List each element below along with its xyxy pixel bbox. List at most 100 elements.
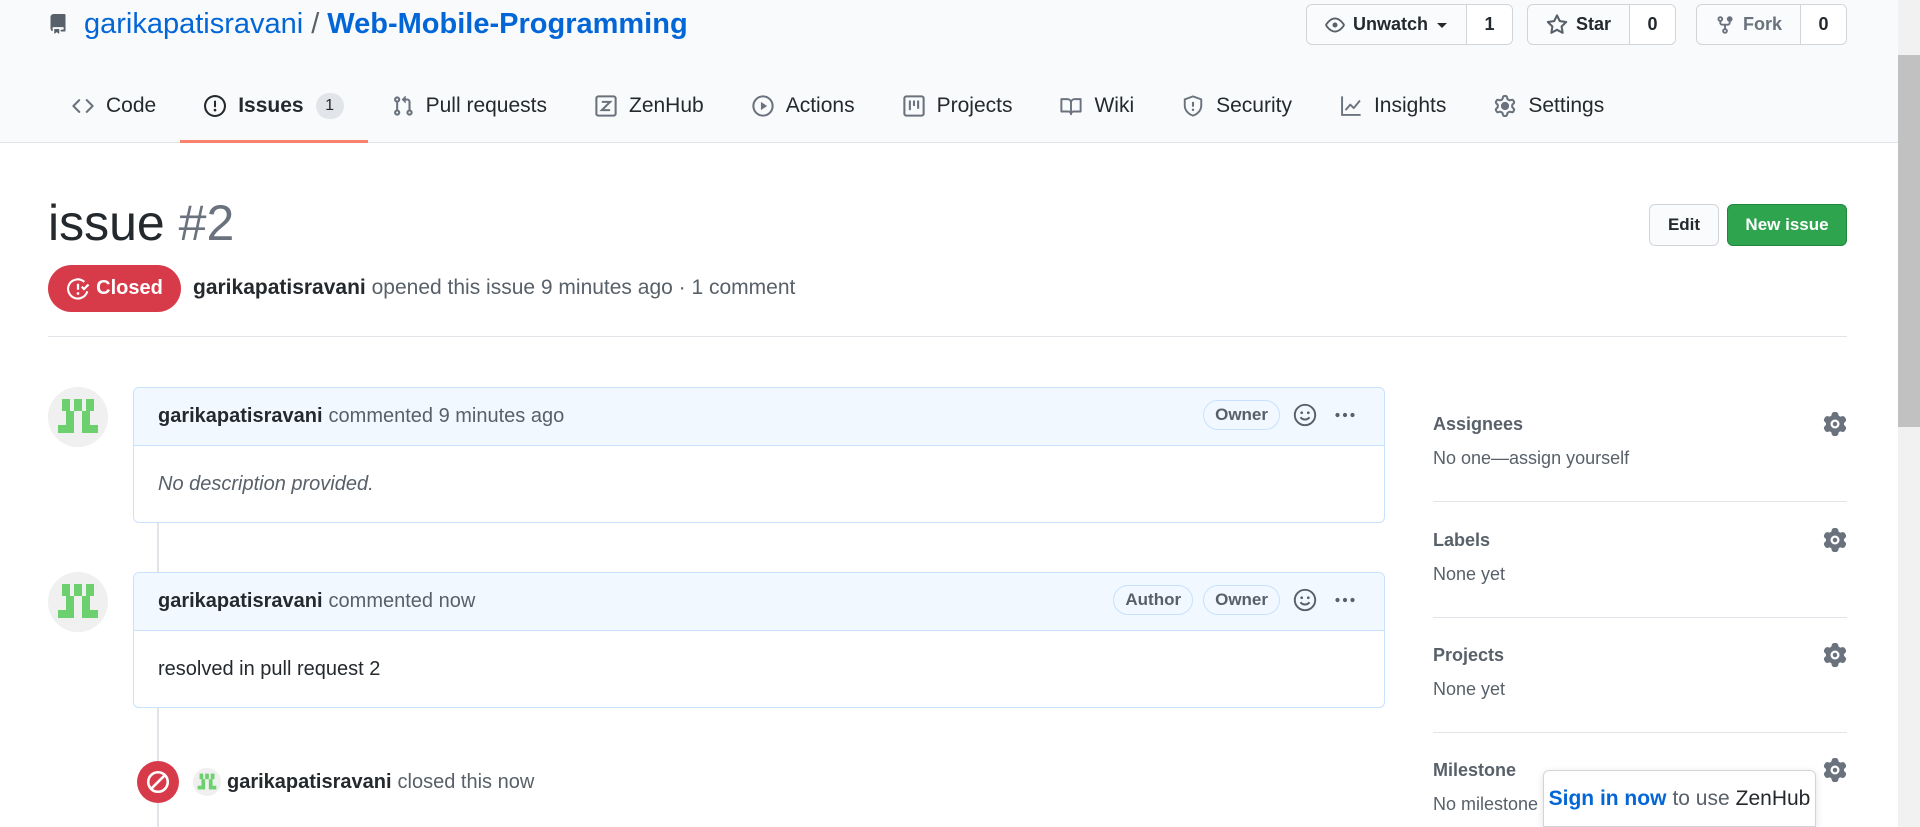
labels-heading: Labels [1433, 529, 1491, 550]
tab-issues-label: Issues [238, 94, 304, 117]
issue-meta: garikapatisravani opened this issue 9 mi… [193, 276, 795, 300]
comment-time[interactable]: commented now [329, 590, 476, 613]
watch-group: Unwatch 1 [1306, 4, 1514, 45]
caret-down-icon [1437, 22, 1448, 28]
comment-header: garikapatisravani commented 9 minutes ag… [134, 388, 1384, 446]
tab-security[interactable]: Security [1158, 86, 1316, 143]
star-group: Star 0 [1527, 4, 1677, 45]
issue-state-badge: Closed [48, 265, 181, 312]
forks-count[interactable]: 0 [1800, 5, 1847, 44]
header-divider [48, 336, 1847, 337]
unwatch-label: Unwatch [1353, 14, 1429, 34]
issue-number: #2 [178, 195, 235, 251]
star-label: Star [1576, 14, 1612, 34]
tab-zenhub[interactable]: ZenHub [571, 86, 728, 143]
fork-group: Fork 0 [1696, 4, 1848, 45]
tab-code-label: Code [106, 94, 157, 117]
sidebar-divider [1433, 617, 1847, 618]
tab-issues[interactable]: Issues 1 [180, 86, 368, 143]
issue-title: issue #2 [48, 194, 234, 252]
sidebar-divider [1433, 501, 1847, 502]
star-icon [1546, 13, 1568, 34]
edit-button[interactable]: Edit [1649, 204, 1719, 246]
zenhub-brand: ZenHub [1735, 786, 1811, 810]
fork-icon [1717, 15, 1733, 34]
issue-closed-icon [67, 277, 90, 300]
fork-button[interactable]: Fork [1697, 5, 1800, 44]
projects-heading: Projects [1433, 644, 1505, 665]
pull-request-icon [393, 95, 413, 116]
avatar[interactable] [193, 768, 221, 796]
labels-value: None yet [1433, 564, 1506, 584]
graph-icon [1341, 96, 1361, 116]
tab-zenhub-label: ZenHub [629, 94, 704, 117]
author-label: Author [1113, 585, 1194, 615]
circle-slash-icon [137, 761, 179, 803]
gear-icon[interactable] [1823, 643, 1847, 667]
assignees-heading: Assignees [1433, 413, 1524, 434]
kebab-horizontal-icon[interactable] [1330, 400, 1360, 430]
fork-label: Fork [1743, 14, 1783, 34]
tab-projects-label: Projects [936, 94, 1013, 117]
gear-icon[interactable] [1823, 412, 1847, 436]
gear-icon[interactable] [1823, 528, 1847, 552]
sidebar-projects: Projects None yet [1433, 641, 1847, 700]
smiley-icon[interactable] [1290, 585, 1320, 615]
closed-event: garikapatisravani closed this now [137, 761, 534, 803]
comment-author-link[interactable]: garikapatisravani [158, 405, 323, 428]
unwatch-button[interactable]: Unwatch [1307, 5, 1466, 44]
comment: garikapatisravani commented now Author O… [133, 572, 1385, 708]
tab-settings[interactable]: Settings [1470, 86, 1628, 143]
owner-label: Owner [1203, 400, 1280, 430]
assignees-value[interactable]: No one—assign yourself [1433, 448, 1847, 469]
tab-code[interactable]: Code [48, 86, 180, 143]
repo-separator: / [311, 7, 320, 40]
zenhub-signin-link[interactable]: Sign in now [1549, 787, 1667, 811]
repo-tabs: Code Issues 1 Pull requests ZenHub Actio… [48, 86, 1628, 143]
repo-owner-link[interactable]: garikapatisravani [84, 8, 303, 41]
star-button[interactable]: Star [1528, 5, 1629, 44]
comment-time[interactable]: commented 9 minutes ago [329, 405, 565, 428]
smiley-icon[interactable] [1290, 400, 1320, 430]
avatar[interactable] [48, 572, 108, 632]
zenhub-popup-text: to use [1672, 786, 1730, 810]
stars-count[interactable]: 0 [1629, 5, 1676, 44]
comment-body: resolved in pull request 2 [158, 657, 381, 680]
code-icon [72, 99, 94, 113]
repo-header: garikapatisravani / Web-Mobile-Programmi… [0, 0, 1898, 143]
scrollbar-thumb[interactable] [1898, 55, 1920, 427]
projects-value: None yet [1433, 679, 1506, 699]
watchers-count[interactable]: 1 [1466, 5, 1513, 44]
issue-author-link[interactable]: garikapatisravani [193, 276, 366, 299]
tab-settings-label: Settings [1528, 94, 1605, 117]
tab-wiki[interactable]: Wiki [1036, 86, 1158, 143]
sidebar-labels: Labels None yet [1433, 526, 1847, 585]
tab-insights[interactable]: Insights [1316, 86, 1470, 143]
avatar[interactable] [48, 387, 108, 447]
eye-icon [1325, 17, 1345, 32]
repo-name-link[interactable]: Web-Mobile-Programming [327, 8, 687, 41]
tab-projects[interactable]: Projects [879, 86, 1037, 143]
repo-title: garikapatisravani / Web-Mobile-Programmi… [48, 6, 688, 42]
closed-event-actor-link[interactable]: garikapatisravani [227, 771, 392, 794]
owner-label: Owner [1203, 585, 1280, 615]
gear-icon [1495, 95, 1516, 117]
tab-pull-requests[interactable]: Pull requests [368, 86, 571, 143]
tab-wiki-label: Wiki [1094, 94, 1135, 117]
kebab-horizontal-icon[interactable] [1330, 585, 1360, 615]
zenhub-signin-popup: Sign in now to use ZenHub [1543, 770, 1816, 827]
new-issue-button[interactable]: New issue [1727, 204, 1847, 246]
comment-header: garikapatisravani commented now Author O… [134, 573, 1384, 631]
comment-body: No description provided. [158, 472, 374, 495]
zenhub-icon [595, 95, 617, 117]
tab-actions[interactable]: Actions [728, 86, 879, 143]
project-icon [902, 95, 925, 117]
milestone-heading: Milestone [1433, 759, 1517, 780]
comment-author-link[interactable]: garikapatisravani [158, 590, 323, 613]
gear-icon[interactable] [1823, 758, 1847, 782]
sidebar-assignees: Assignees No one—assign yourself [1433, 410, 1847, 469]
tab-actions-label: Actions [785, 94, 855, 117]
issue-title-text: issue [48, 195, 165, 251]
closed-event-text[interactable]: closed this now [398, 771, 535, 794]
comment: garikapatisravani commented 9 minutes ag… [133, 387, 1385, 523]
